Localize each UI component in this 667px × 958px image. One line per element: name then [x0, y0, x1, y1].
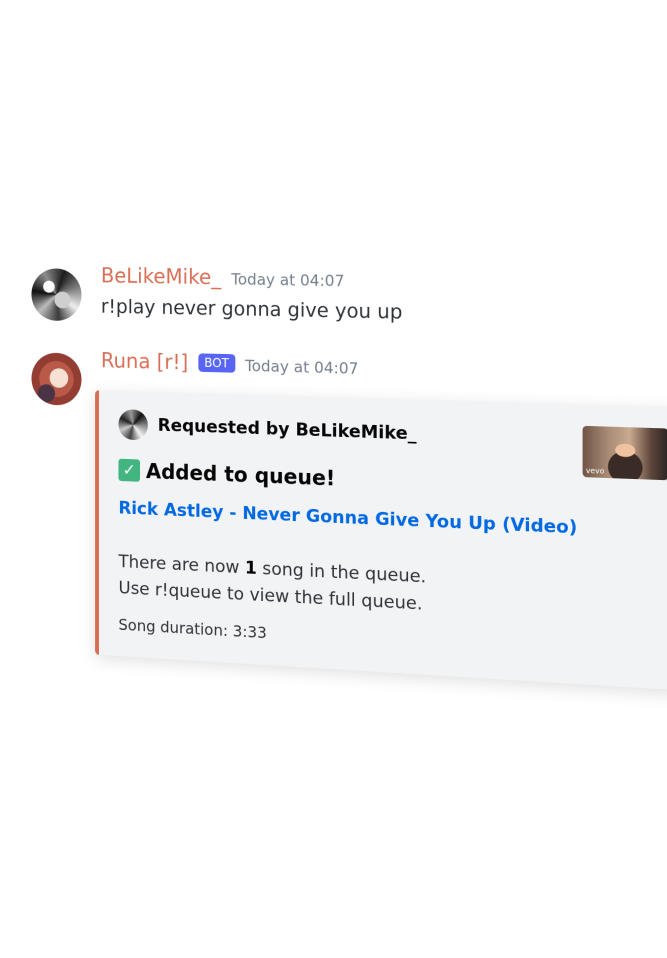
author-avatar-icon [118, 409, 148, 441]
message-content: r!play never gonna give you up [100, 295, 403, 324]
embed-card: Requested by BeLikeMike_ vevo ✓ Added to… [95, 390, 667, 691]
scene: BeLikeMike_ Today at 04:07 r!play never … [0, 0, 667, 958]
vevo-logo: vevo [585, 466, 605, 476]
timestamp: Today at 04:07 [231, 270, 345, 291]
message-header: BeLikeMike_ Today at 04:07 [101, 263, 663, 301]
embed-author-name: Requested by BeLikeMike_ [157, 415, 417, 445]
avatar[interactable] [31, 352, 82, 406]
message-1: BeLikeMike_ Today at 04:07 r!play never … [20, 262, 663, 331]
message-header: Runa [r!] BOT Today at 04:07 [101, 348, 663, 392]
avatar[interactable] [31, 268, 82, 322]
check-mark-icon: ✓ [118, 458, 141, 482]
queue-count: 1 [244, 557, 257, 580]
chat-log: BeLikeMike_ Today at 04:07 r!play never … [20, 262, 667, 691]
bot-badge: BOT [198, 353, 235, 373]
username[interactable]: BeLikeMike_ [101, 263, 221, 289]
queue-count-pre: There are now [118, 551, 245, 579]
song-link[interactable]: Rick Astley - Never Gonna Give You Up (V… [118, 498, 667, 543]
message-2: Runa [r!] BOT Today at 04:07 Requested b… [20, 346, 667, 691]
timestamp: Today at 04:07 [245, 356, 359, 379]
username[interactable]: Runa [r!] [101, 348, 188, 375]
embed-title-text: Added to queue! [145, 458, 336, 491]
video-thumbnail[interactable]: vevo [582, 425, 667, 481]
embed-description: There are now 1 song in the queue. Use r… [118, 549, 667, 632]
